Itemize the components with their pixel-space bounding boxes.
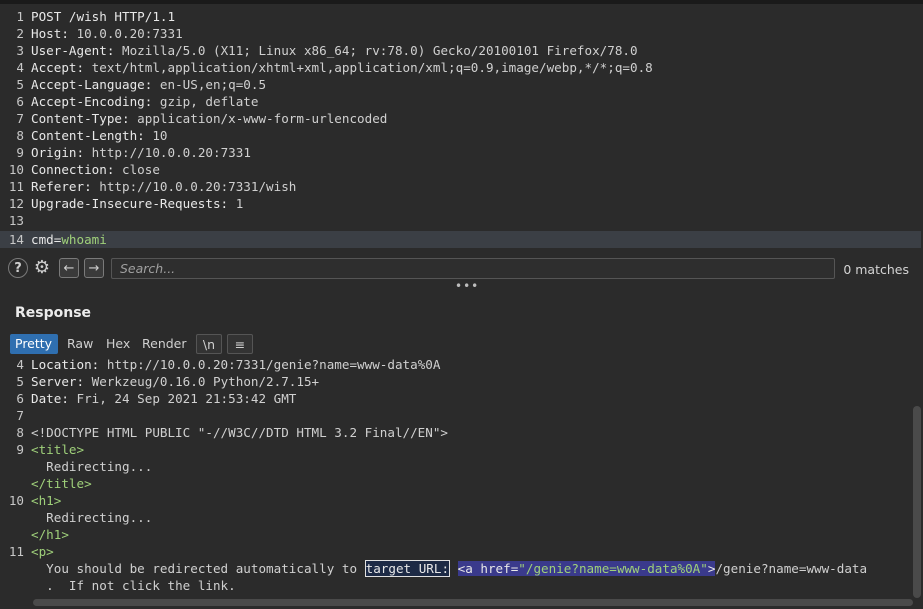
request-line-2: 2 Host: 10.0.0.20:7331 [16, 26, 183, 41]
selected-anchor-tag: <a href="/genie?name=www-data%0A"> [457, 561, 716, 576]
request-line-1: 1 POST /wish HTTP/1.1 [16, 9, 176, 24]
response-line-11-cont: . If not click the link. [46, 578, 236, 593]
response-line-4: 4 Location: http://10.0.0.20:7331/genie?n… [16, 357, 441, 372]
search-input[interactable] [111, 258, 835, 279]
response-viewer[interactable]: 4 Location: http://10.0.0.20:7331/genie?n… [0, 356, 923, 609]
newline-toggle-button[interactable]: \n [196, 334, 222, 354]
request-line-5: 5 Accept-Language: en-US,en;q=0.5 [16, 77, 267, 92]
response-line-11: 11 <p> [8, 544, 54, 559]
tab-hex[interactable]: Hex [101, 334, 135, 354]
tab-raw[interactable]: Raw [62, 334, 98, 354]
request-line-9: 9 Origin: http://10.0.0.20:7331 [16, 145, 251, 160]
response-line-9-close: </title> [31, 476, 92, 491]
pane-divider-grip[interactable]: ••• [455, 279, 479, 293]
response-line-7: 7 [16, 408, 24, 423]
help-icon[interactable]: ? [8, 258, 28, 278]
response-line-10-close: </h1> [31, 527, 69, 542]
back-arrow-icon[interactable]: ← [59, 258, 79, 278]
response-line-9-content: Redirecting... [46, 459, 153, 474]
response-line-10-content: Redirecting... [46, 510, 153, 525]
request-line-10: 10 Connection: close [8, 162, 160, 177]
request-line-11: 11 Referer: http://10.0.0.20:7331/wish [8, 179, 297, 194]
match-count: 0 matches [843, 262, 909, 277]
request-line-6: 6 Accept-Encoding: gzip, deflate [16, 94, 259, 109]
request-line-3: 3 User-Agent: Mozilla/5.0 (X11; Linux x86… [16, 43, 638, 58]
request-line-12: 12 Upgrade-Insecure-Requests: 1 [8, 196, 244, 211]
tab-pretty[interactable]: Pretty [10, 334, 58, 354]
vertical-scrollbar[interactable] [913, 406, 921, 598]
request-line-4: 4 Accept: text/html,application/xhtml+xml… [16, 60, 653, 75]
response-line-9: 9 <title> [16, 442, 85, 457]
response-title: Response [15, 305, 92, 321]
request-editor[interactable]: 1 POST /wish HTTP/1.1 2 Host: 10.0.0.20:73… [0, 0, 923, 254]
request-line-8: 8 Content-Length: 10 [16, 128, 168, 143]
response-line-6: 6 Date: Fri, 24 Sep 2021 21:53:42 GMT [16, 391, 297, 406]
response-line-8: 8 <!DOCTYPE HTML PUBLIC "-//W3C//DTD HTML… [16, 425, 449, 440]
horizontal-scrollbar[interactable] [33, 599, 913, 606]
response-line-5: 5 Server: Werkzeug/0.16.0 Python/2.7.15+ [16, 374, 320, 389]
response-line-11-content: You should be redirected automatically t… [46, 560, 868, 577]
response-line-10: 10 <h1> [8, 493, 62, 508]
tab-render[interactable]: Render [137, 334, 192, 354]
menu-icon[interactable]: ≡ [227, 334, 253, 354]
request-line-13: 13 [8, 213, 24, 228]
request-body-line[interactable]: 14 cmd=whoami [0, 231, 921, 248]
gear-icon[interactable]: ⚙ [32, 258, 52, 278]
request-line-7: 7 Content-Type: application/x-www-form-ur… [16, 111, 388, 126]
forward-arrow-icon[interactable]: → [84, 258, 104, 278]
search-highlight-target-url: target URL: [364, 560, 451, 577]
